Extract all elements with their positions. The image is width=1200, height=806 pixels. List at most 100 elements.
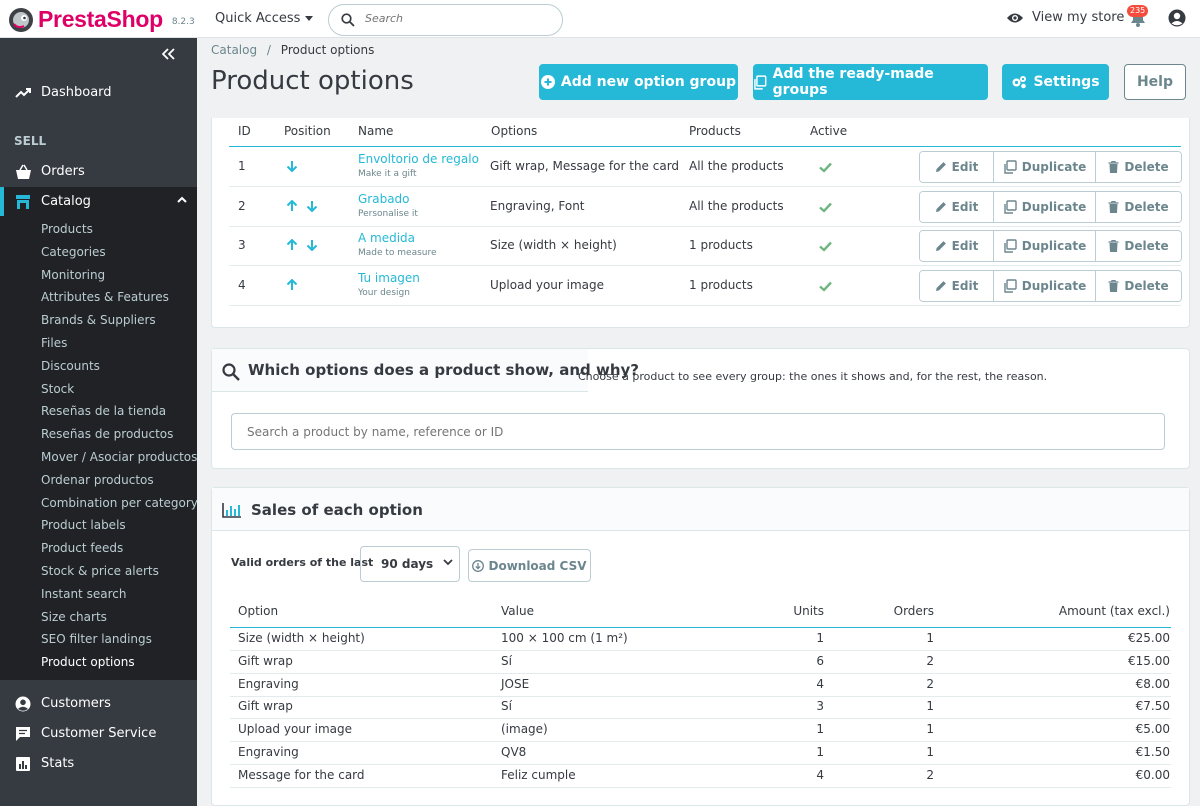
sidebar-subitem-product-options[interactable]: Product options: [41, 655, 135, 669]
group-name-link[interactable]: A medida: [358, 231, 415, 245]
group-name-link[interactable]: Tu imagen: [358, 271, 420, 285]
sale-units: 6: [816, 653, 824, 668]
sidebar-subitem-size-charts[interactable]: Size charts: [41, 610, 107, 624]
profile-icon[interactable]: [1168, 9, 1186, 27]
add-ready-made-groups-button[interactable]: Add the ready-made groups: [753, 64, 988, 100]
bar-chart-icon: [16, 757, 30, 771]
sidebar-subitem-product-labels[interactable]: Product labels: [41, 518, 126, 532]
sale-value: 100 × 100 cm (1 m²): [501, 631, 628, 645]
edit-button[interactable]: Edit: [920, 231, 993, 261]
sidebar-subitem-monitoring[interactable]: Monitoring: [41, 268, 105, 282]
sale-value: QV8: [501, 745, 527, 759]
sale-units: 3: [816, 699, 824, 714]
settings-button[interactable]: Settings: [1002, 64, 1109, 100]
group-name-link[interactable]: Envoltorio de regalo: [358, 152, 479, 166]
sidebar-subitem-rese-as-de-la-tienda[interactable]: Reseñas de la tienda: [41, 404, 166, 418]
delete-button[interactable]: Delete: [1095, 270, 1181, 301]
user-circle-icon: [15, 696, 31, 712]
help-button[interactable]: Help: [1124, 64, 1186, 100]
sidebar-subitem-discounts[interactable]: Discounts: [41, 359, 100, 373]
breadcrumb-current: Product options: [280, 43, 375, 57]
sale-option: Engraving: [238, 676, 299, 691]
column-header-amount: Amount (tax excl.): [1058, 604, 1170, 618]
edit-button[interactable]: Edit: [920, 270, 993, 301]
add-option-group-button[interactable]: Add new option group: [539, 64, 738, 100]
delete-button[interactable]: Delete: [1095, 152, 1181, 182]
active-toggle[interactable]: [819, 281, 832, 292]
delete-button[interactable]: Delete: [1095, 191, 1181, 222]
sidebar-subitem-products[interactable]: Products: [41, 222, 93, 236]
check-icon[interactable]: [819, 241, 832, 252]
duplicate-button[interactable]: Duplicate: [993, 191, 1095, 222]
button-label: Delete: [1124, 278, 1169, 293]
collapse-sidebar-icon[interactable]: [162, 48, 176, 60]
arrow-up-icon[interactable]: [286, 199, 298, 212]
button-label: Delete: [1124, 199, 1169, 214]
sale-option: Gift wrap: [238, 653, 293, 668]
sidebar-item-dashboard[interactable]: Dashboard: [0, 78, 197, 108]
arrow-up-icon[interactable]: [286, 278, 298, 291]
sidebar-subitem-categories[interactable]: Categories: [41, 245, 106, 259]
sale-amount: €8.00: [1135, 676, 1170, 691]
sidebar-subitem-instant-search[interactable]: Instant search: [41, 587, 126, 601]
prestashop-logo[interactable]: PrestaShop 8.2.3: [8, 6, 195, 33]
period-select-value: 90 days: [381, 557, 434, 571]
sidebar-subitem-product-feeds[interactable]: Product feeds: [41, 541, 123, 555]
group-options: Engraving, Font: [490, 198, 585, 213]
arrow-down-icon[interactable]: [286, 160, 298, 172]
option-groups-panel: ID Position Name Options Products Active…: [211, 118, 1190, 328]
puffin-logo-icon: [9, 7, 33, 32]
search-input[interactable]: [365, 12, 550, 25]
duplicate-button[interactable]: Duplicate: [993, 231, 1095, 261]
button-label: Edit: [951, 278, 979, 293]
product-search-input[interactable]: [231, 413, 1165, 450]
group-description: Make it a gift: [358, 169, 417, 179]
sidebar-item-customers[interactable]: Customers: [0, 689, 197, 719]
pencil-icon: [935, 201, 946, 212]
brand-name: PrestaShop: [38, 6, 163, 32]
sidebar-subitem-seo-filter-landings[interactable]: SEO filter landings: [41, 632, 152, 646]
sidebar-subitem-files[interactable]: Files: [41, 336, 67, 350]
sidebar-item-orders[interactable]: Orders: [0, 157, 197, 187]
sidebar-subitem-stock-price-alerts[interactable]: Stock & price alerts: [41, 564, 159, 578]
group-id: 2: [238, 198, 246, 213]
arrow-up-icon[interactable]: [286, 239, 298, 251]
period-select[interactable]: 90 days: [360, 546, 460, 582]
sidebar-item-customer-service[interactable]: Customer Service: [0, 719, 197, 749]
delete-button[interactable]: Delete: [1095, 231, 1181, 261]
sidebar-subitem-ordenar-productos[interactable]: Ordenar productos: [41, 473, 154, 487]
sidebar-subitem-stock[interactable]: Stock: [41, 382, 74, 396]
store-icon: [16, 195, 30, 209]
edit-button[interactable]: Edit: [920, 152, 993, 182]
sidebar-item-catalog[interactable]: Catalog: [0, 187, 197, 217]
sidebar-item-stats[interactable]: Stats: [0, 749, 197, 779]
sidebar-subitem-brands-suppliers[interactable]: Brands & Suppliers: [41, 313, 156, 327]
arrow-down-icon[interactable]: [306, 200, 318, 212]
quick-access-dropdown[interactable]: Quick Access: [215, 11, 314, 26]
check-icon[interactable]: [819, 162, 832, 173]
breadcrumb-separator: /: [266, 43, 271, 57]
sale-orders: 1: [926, 631, 934, 645]
edit-button[interactable]: Edit: [920, 191, 993, 222]
active-toggle[interactable]: [819, 202, 832, 213]
sidebar-subitem-mover-asociar-productos[interactable]: Mover / Asociar productos: [41, 450, 197, 464]
active-toggle[interactable]: [819, 241, 832, 252]
sidebar-subitem-attributes-features[interactable]: Attributes & Features: [41, 290, 169, 304]
sale-orders: 1: [926, 722, 934, 737]
product-options-diagnosis-panel: Which options does a product show, and w…: [211, 348, 1190, 469]
group-name-link[interactable]: Grabado: [358, 192, 410, 206]
column-header-active: Active: [810, 124, 848, 138]
duplicate-button[interactable]: Duplicate: [993, 152, 1095, 182]
sidebar-subitem-combination-per-category[interactable]: Combination per category: [41, 496, 198, 510]
duplicate-button[interactable]: Duplicate: [993, 270, 1095, 301]
arrow-down-icon[interactable]: [306, 239, 318, 251]
sale-orders: 1: [926, 699, 934, 714]
check-icon[interactable]: [819, 281, 832, 292]
active-toggle[interactable]: [819, 162, 832, 173]
check-icon[interactable]: [819, 202, 832, 213]
sale-units: 4: [816, 767, 824, 782]
view-store-link[interactable]: View my store: [1006, 10, 1124, 25]
sidebar-subitem-rese-as-de-productos[interactable]: Reseñas de productos: [41, 427, 173, 441]
breadcrumb-catalog-link[interactable]: Catalog: [211, 43, 257, 57]
download-csv-button[interactable]: Download CSV: [468, 549, 591, 582]
